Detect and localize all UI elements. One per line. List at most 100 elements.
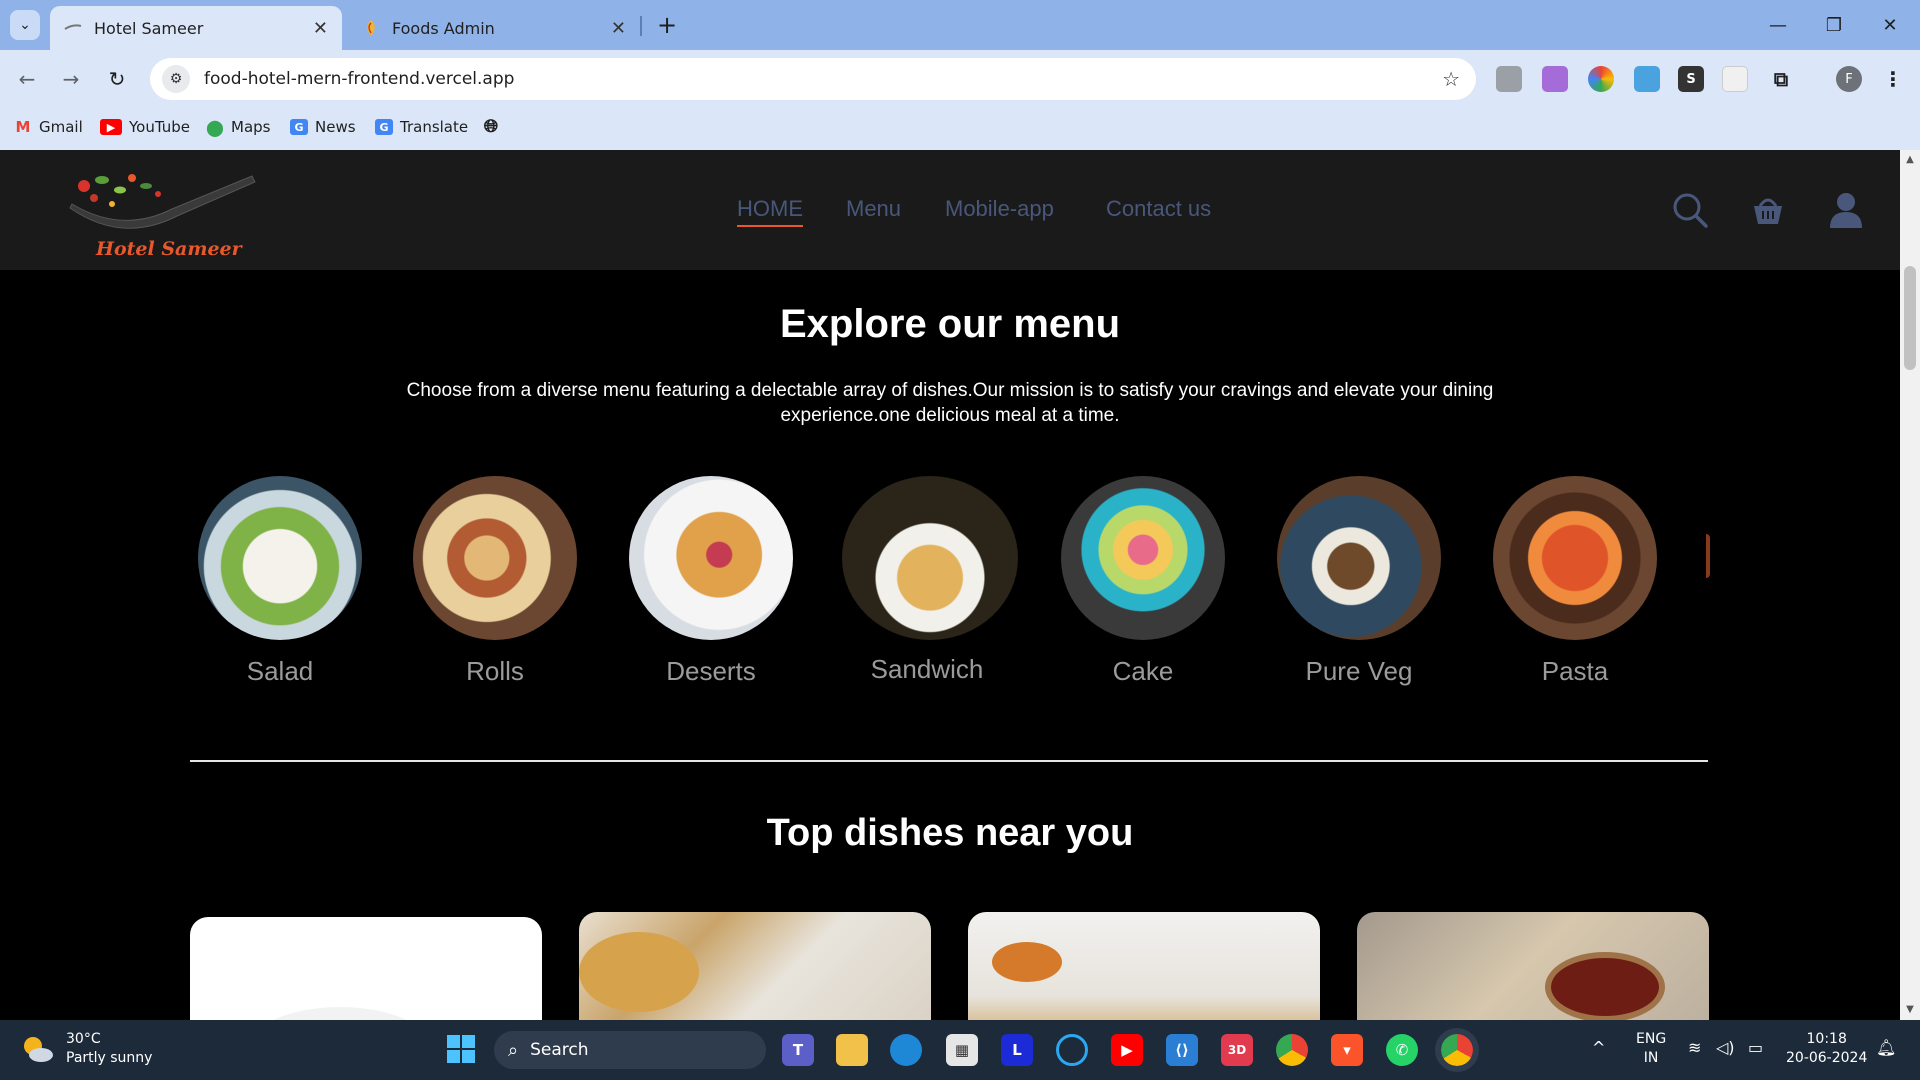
chevron-up-icon[interactable]: ^ [1592,1038,1605,1057]
rolls-image [413,476,577,640]
pasta-image [1493,476,1657,640]
new-tab-button[interactable]: + [652,10,682,40]
back-button[interactable]: ← [12,64,42,94]
pan-logo-icon [69,174,256,229]
volume-icon[interactable]: ◁) [1716,1038,1735,1057]
profile-avatar[interactable]: F [1836,66,1862,92]
extension-3-icon[interactable] [1588,66,1614,92]
hotel-favicon-icon [64,19,82,37]
user-profile-icon[interactable] [1826,190,1866,230]
category-salad[interactable]: Salad [195,476,365,687]
region-code: IN [1643,1050,1659,1066]
dish-card[interactable] [190,917,542,1020]
extension-4-icon[interactable] [1634,66,1660,92]
scroll-down-icon[interactable]: ▼ [1904,1004,1916,1016]
extension-s-icon[interactable]: S [1678,66,1704,92]
reload-button[interactable]: ↻ [102,64,132,94]
browser-tab-bar: ⌄ Hotel Sameer ✕ Foods Admin ✕ + — ❐ ✕ [0,0,1920,50]
nav-contact-us[interactable]: Contact us [1106,196,1211,222]
tab-hotel-sameer[interactable]: Hotel Sameer ✕ [50,6,342,50]
site-settings-icon[interactable]: ⚙ [162,65,190,93]
forward-button[interactable]: → [56,64,86,94]
windows-start-icon[interactable] [446,1034,476,1064]
tab-label: Hotel Sameer [94,18,204,38]
page-scrollbar[interactable]: ▲ ▼ [1900,150,1920,1020]
address-bar[interactable]: ⚙ food-hotel-mern-frontend.vercel.app ☆ [150,58,1476,100]
cortana-icon[interactable] [1056,1034,1088,1066]
extension-1-icon[interactable] [1496,66,1522,92]
bookmark-globe[interactable]: 🌐︎ [482,115,507,137]
bookmark-star-icon[interactable]: ☆ [1442,67,1460,91]
chevron-down-icon: ⌄ [19,17,31,33]
globe-icon: 🌐︎ [483,115,499,137]
bookmark-gmail[interactable]: M Gmail [14,118,83,136]
nav-home[interactable]: HOME [737,196,803,227]
close-icon[interactable]: ✕ [313,18,328,39]
teams-icon[interactable]: T [782,1034,814,1066]
extension-6-icon[interactable] [1722,66,1748,92]
section-divider [190,760,1708,762]
scroll-up-icon[interactable]: ▲ [1904,154,1916,166]
nav-mobile-app[interactable]: Mobile-app [945,196,1054,222]
tab-foods-admin[interactable]: Foods Admin ✕ [348,6,640,50]
category-sandwich[interactable]: Sandwich [842,476,1018,685]
close-icon[interactable]: ✕ [611,18,626,39]
search-label: Search [530,1040,589,1060]
youtube-icon[interactable]: ▶ [1111,1034,1143,1066]
brave-icon[interactable]: ▾ [1331,1034,1363,1066]
translate-icon: G [375,119,393,135]
more-menu-icon[interactable]: ⋮ [1880,66,1906,92]
minimize-button[interactable]: — [1758,10,1798,40]
bookmark-maps[interactable]: ⬤ Maps [206,118,270,137]
browser-toolbar: ← → ↻ ⚙ food-hotel-mern-frontend.vercel.… [0,50,1920,108]
foods-admin-favicon-icon [362,19,380,37]
chrome-active-icon[interactable] [1435,1028,1479,1072]
weather-widget[interactable]: 30°C Partly sunny [20,1030,152,1068]
restore-button[interactable]: ❐ [1814,10,1854,40]
wifi-icon[interactable]: ≋ [1688,1038,1701,1057]
edge-icon[interactable] [890,1034,922,1066]
taskbar-search[interactable]: ⌕ Search [494,1031,766,1069]
notification-bell-icon[interactable]: 🔔︎ [1876,1038,1896,1057]
l-app-icon[interactable]: L [1001,1034,1033,1066]
url-text[interactable]: food-hotel-mern-frontend.vercel.app [204,69,1442,89]
bookmark-translate[interactable]: G Translate [375,118,468,136]
site-logo[interactable]: Hotel Sameer [62,164,262,260]
scrollbar-thumb[interactable] [1904,266,1916,370]
clock[interactable]: 10:18 20-06-2024 [1786,1030,1867,1068]
extension-2-icon[interactable] [1542,66,1568,92]
category-label: Rolls [466,656,524,686]
extensions-puzzle-icon[interactable]: ⧉ [1768,66,1794,92]
category-pure-veg[interactable]: Pure Veg [1274,476,1444,687]
vscode-icon[interactable]: ⟨⟩ [1166,1034,1198,1066]
dish-image [992,942,1062,982]
search-icon: ⌕ [508,1039,519,1061]
chrome-icon[interactable] [1276,1034,1308,1066]
battery-icon[interactable]: ▭ [1748,1038,1763,1057]
nav-menu[interactable]: Menu [846,196,901,222]
dish-image [579,932,699,1012]
close-window-button[interactable]: ✕ [1870,10,1910,40]
category-rolls[interactable]: Rolls [410,476,580,687]
language-indicator[interactable]: ENG IN [1636,1030,1666,1068]
category-pasta[interactable]: Pasta [1490,476,1660,687]
3d-viewer-icon[interactable]: 3D [1221,1034,1253,1066]
bookmark-youtube[interactable]: ▶ YouTube [100,118,190,136]
dish-card[interactable] [968,912,1320,1020]
dish-card[interactable] [579,912,931,1020]
microsoft-store-icon[interactable]: ▦ [946,1034,978,1066]
plus-icon: + [656,11,678,39]
minimize-icon: — [1769,14,1787,36]
tab-search-button[interactable]: ⌄ [10,10,40,40]
category-label: Deserts [666,656,756,686]
basket-icon[interactable] [1748,190,1788,230]
file-explorer-icon[interactable] [836,1034,868,1066]
search-icon[interactable] [1670,190,1710,230]
category-deserts[interactable]: Deserts [626,476,796,687]
category-label: Pure Veg [1305,656,1413,686]
dish-card[interactable] [1357,912,1709,1020]
weather-description: Partly sunny [66,1050,153,1066]
bookmark-news[interactable]: G News [290,118,356,136]
whatsapp-icon[interactable]: ✆ [1386,1034,1418,1066]
category-cake[interactable]: Cake [1058,476,1228,687]
